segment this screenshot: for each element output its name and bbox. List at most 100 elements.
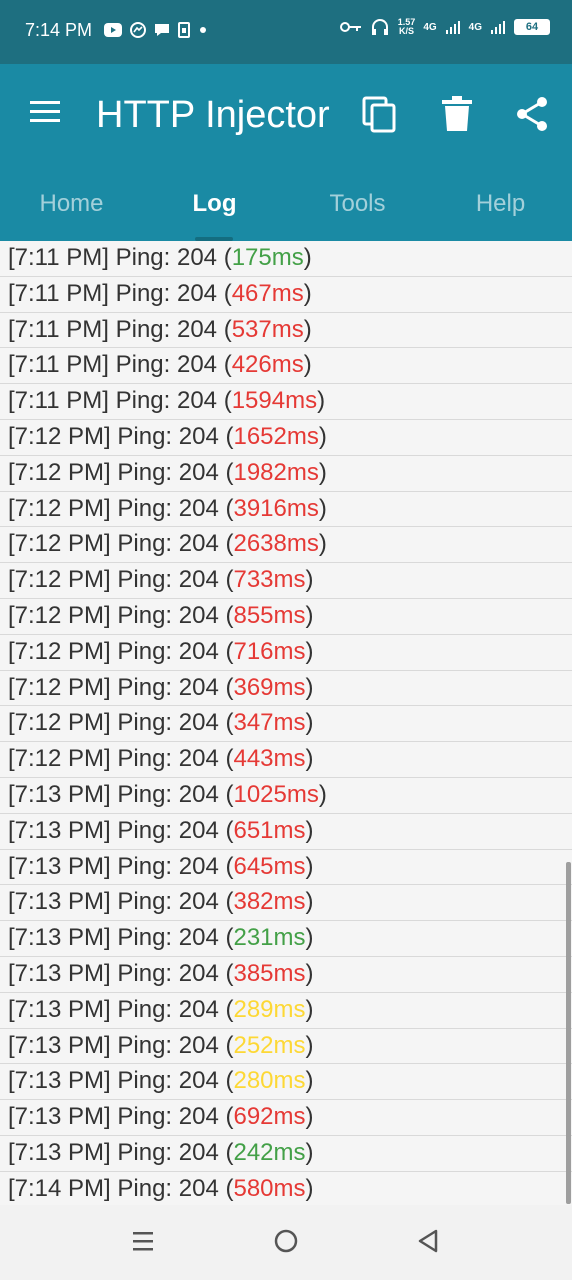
log-entry: [7:12 PM] Ping: 204 (369ms) bbox=[0, 671, 572, 707]
log-entry: [7:13 PM] Ping: 204 (385ms) bbox=[0, 957, 572, 993]
log-time: [7:13 PM] bbox=[8, 959, 111, 987]
log-suffix: ) bbox=[305, 995, 314, 1023]
log-entry: [7:11 PM] Ping: 204 (537ms) bbox=[0, 313, 572, 349]
battery-icon: 64 bbox=[514, 19, 550, 35]
tab-home[interactable]: Home bbox=[0, 168, 143, 241]
tab-tools[interactable]: Tools bbox=[286, 168, 429, 241]
tab-help[interactable]: Help bbox=[429, 168, 572, 241]
log-prefix: Ping: 204 ( bbox=[117, 494, 234, 522]
log-latency: 692ms bbox=[233, 1103, 306, 1131]
log-time: [7:13 PM] bbox=[8, 924, 111, 952]
log-time: [7:13 PM] bbox=[8, 1031, 111, 1059]
log-entry: [7:13 PM] Ping: 204 (289ms) bbox=[0, 993, 572, 1029]
log-suffix: ) bbox=[303, 244, 312, 271]
log-suffix: ) bbox=[318, 458, 327, 486]
log-entry: [7:11 PM] Ping: 204 (1594ms) bbox=[0, 384, 572, 420]
log-time: [7:13 PM] bbox=[8, 852, 111, 880]
log-latency: 1025ms bbox=[233, 780, 319, 808]
log-suffix: ) bbox=[317, 387, 326, 415]
log-suffix: ) bbox=[305, 1138, 314, 1166]
log-latency: 716ms bbox=[233, 637, 306, 665]
log-prefix: Ping: 204 ( bbox=[117, 566, 234, 594]
log-latency: 369ms bbox=[233, 673, 306, 701]
log-suffix: ) bbox=[305, 601, 314, 629]
log-prefix: Ping: 204 ( bbox=[115, 351, 232, 379]
log-entry: [7:11 PM] Ping: 204 (426ms) bbox=[0, 348, 572, 385]
back-triangle-icon[interactable] bbox=[417, 1229, 439, 1253]
log-latency: 385ms bbox=[233, 959, 306, 987]
log-entry: [7:12 PM] Ping: 204 (733ms) bbox=[0, 563, 572, 599]
scrollbar[interactable] bbox=[566, 862, 571, 1204]
log-suffix: ) bbox=[305, 888, 314, 916]
delete-icon[interactable] bbox=[442, 96, 472, 132]
log-latency: 289ms bbox=[233, 995, 306, 1023]
log-time: [7:13 PM] bbox=[8, 816, 111, 844]
key-icon bbox=[339, 22, 361, 32]
log-prefix: Ping: 204 ( bbox=[117, 924, 234, 952]
log-entry: [7:12 PM] Ping: 204 (855ms) bbox=[0, 599, 572, 635]
copy-icon[interactable] bbox=[362, 96, 398, 134]
log-time: [7:13 PM] bbox=[8, 780, 111, 808]
log-entry: [7:13 PM] Ping: 204 (651ms) bbox=[0, 814, 572, 850]
log-prefix: Ping: 204 ( bbox=[117, 673, 234, 701]
log-time: [7:13 PM] bbox=[8, 1103, 111, 1131]
log-prefix: Ping: 204 ( bbox=[117, 637, 234, 665]
log-entry: [7:12 PM] Ping: 204 (1652ms) bbox=[0, 420, 572, 456]
log-prefix: Ping: 204 ( bbox=[115, 315, 232, 343]
log-time: [7:13 PM] bbox=[8, 1067, 111, 1095]
log-entry: [7:13 PM] Ping: 204 (1025ms) bbox=[0, 778, 572, 814]
log-latency: 1982ms bbox=[233, 458, 319, 486]
status-time: 7:14 PM bbox=[25, 20, 93, 40]
log-prefix: Ping: 204 ( bbox=[117, 745, 234, 773]
hamburger-menu-icon[interactable] bbox=[30, 101, 60, 123]
log-time: [7:12 PM] bbox=[8, 709, 111, 737]
log-latency: 467ms bbox=[231, 279, 304, 307]
network-speed: 1.57 K/S bbox=[398, 18, 416, 36]
log-entry: [7:12 PM] Ping: 204 (443ms) bbox=[0, 742, 572, 778]
log-prefix: Ping: 204 ( bbox=[117, 959, 234, 987]
signal-icon bbox=[445, 21, 460, 34]
log-entry: [7:12 PM] Ping: 204 (716ms) bbox=[0, 635, 572, 671]
log-time: [7:12 PM] bbox=[8, 422, 111, 450]
recents-icon[interactable] bbox=[131, 1229, 155, 1253]
log-time: [7:13 PM] bbox=[8, 888, 111, 916]
log-suffix: ) bbox=[305, 1103, 314, 1131]
messenger-icon bbox=[130, 22, 146, 38]
log-time: [7:12 PM] bbox=[8, 494, 111, 522]
log-suffix: ) bbox=[303, 279, 312, 307]
log-suffix: ) bbox=[305, 852, 314, 880]
log-suffix: ) bbox=[305, 673, 314, 701]
log-latency: 3916ms bbox=[233, 494, 319, 522]
log-suffix: ) bbox=[305, 959, 314, 987]
home-circle-icon[interactable] bbox=[274, 1229, 298, 1253]
log-time: [7:14 PM] bbox=[8, 1174, 111, 1202]
share-icon[interactable] bbox=[515, 96, 549, 132]
log-entry: [7:13 PM] Ping: 204 (692ms) bbox=[0, 1100, 572, 1136]
log-time: [7:12 PM] bbox=[8, 673, 111, 701]
tab-log[interactable]: Log bbox=[143, 168, 286, 241]
log-latency: 175ms bbox=[231, 244, 304, 271]
log-latency: 1652ms bbox=[233, 422, 319, 450]
log-suffix: ) bbox=[305, 1031, 314, 1059]
log-list[interactable]: [7:11 PM] Ping: 204 (175ms) [7:11 PM] Pin… bbox=[0, 241, 572, 1205]
log-latency: 426ms bbox=[231, 351, 304, 379]
log-suffix: ) bbox=[305, 924, 314, 952]
log-entry: [7:13 PM] Ping: 204 (231ms) bbox=[0, 921, 572, 957]
log-prefix: Ping: 204 ( bbox=[117, 1103, 234, 1131]
log-prefix: Ping: 204 ( bbox=[117, 888, 234, 916]
log-prefix: Ping: 204 ( bbox=[117, 1031, 234, 1059]
log-time: [7:11 PM] bbox=[8, 315, 109, 343]
status-right: 1.57 K/S 4G 4G 64 bbox=[339, 18, 550, 36]
log-prefix: Ping: 204 ( bbox=[117, 780, 234, 808]
log-latency: 443ms bbox=[233, 745, 306, 773]
log-prefix: Ping: 204 ( bbox=[117, 709, 234, 737]
log-entry: [7:13 PM] Ping: 204 (242ms) bbox=[0, 1136, 572, 1172]
log-latency: 855ms bbox=[233, 601, 306, 629]
log-prefix: Ping: 204 ( bbox=[117, 852, 234, 880]
log-entry: [7:13 PM] Ping: 204 (645ms) bbox=[0, 850, 572, 886]
log-suffix: ) bbox=[318, 780, 327, 808]
log-suffix: ) bbox=[305, 1174, 314, 1202]
log-latency: 2638ms bbox=[233, 530, 319, 558]
log-suffix: ) bbox=[318, 494, 327, 522]
log-latency: 1594ms bbox=[231, 387, 318, 415]
